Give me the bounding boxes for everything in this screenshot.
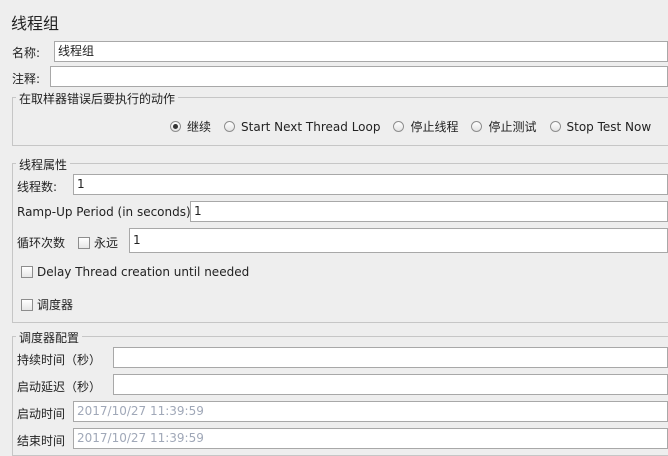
thread-properties-title: 线程属性 [16,156,71,173]
thread-count-label: 线程数: [17,180,58,194]
radio-button-icon[interactable] [549,121,561,132]
radio-label: 继续 [187,120,212,134]
radio-continue[interactable]: 继续 [170,118,211,135]
radio-button-icon[interactable] [224,121,236,132]
startup-delay-input[interactable] [113,374,668,395]
loop-count-label: 循环次数 [17,236,66,250]
name-input[interactable]: 线程组 [54,41,668,62]
error-action-title: 在取样器错误后要执行的动作 [16,90,179,107]
error-action-options: 继续 Start Next Thread Loop 停止线程 停止测试 Stop… [170,118,664,135]
loop-count-input[interactable]: 1 [129,228,668,253]
radio-stop-thread[interactable]: 停止线程 [393,118,458,135]
radio-stop-test-now[interactable]: Stop Test Now [549,119,652,134]
radio-button-icon[interactable] [393,121,405,132]
thread-count-input[interactable]: 1 [73,174,668,195]
radio-label: Stop Test Now [566,119,652,134]
radio-label: Start Next Thread Loop [241,119,381,134]
checkbox-icon[interactable] [21,298,33,311]
end-time-label: 结束时间 [17,434,66,448]
checkbox-icon[interactable] [21,266,33,278]
end-time-input[interactable]: 2017/10/27 11:39:59 [73,428,668,449]
radio-start-next-thread-loop[interactable]: Start Next Thread Loop [224,120,380,134]
start-time-label: 启动时间 [17,407,66,421]
forever-checkbox[interactable]: 永远 [78,234,118,251]
scheduler-config-title: 调度器配置 [16,329,83,346]
forever-label: 永远 [94,236,119,250]
name-label: 名称: [12,46,41,60]
comment-input[interactable] [50,66,668,87]
radio-stop-test[interactable]: 停止测试 [471,118,537,135]
comment-label: 注释: [12,72,41,86]
duration-label: 持续时间（秒） [17,353,102,367]
radio-button-icon[interactable] [471,121,483,132]
radio-label: 停止线程 [410,120,459,134]
panel-title: 线程组 [11,14,60,33]
radio-button-icon[interactable] [170,121,181,132]
scheduler-label: 调度器 [37,298,74,312]
duration-input[interactable] [113,347,668,368]
checkbox-icon[interactable] [78,236,90,249]
start-time-input[interactable]: 2017/10/27 11:39:59 [73,401,668,422]
rampup-input[interactable]: 1 [190,201,668,222]
radio-label: 停止测试 [488,120,537,134]
startup-delay-label: 启动延迟（秒） [17,380,102,394]
delay-thread-label: Delay Thread creation until needed [37,265,250,279]
delay-thread-checkbox[interactable]: Delay Thread creation until needed [21,265,249,279]
scheduler-checkbox[interactable]: 调度器 [21,296,73,313]
rampup-label: Ramp-Up Period (in seconds): [17,205,195,219]
